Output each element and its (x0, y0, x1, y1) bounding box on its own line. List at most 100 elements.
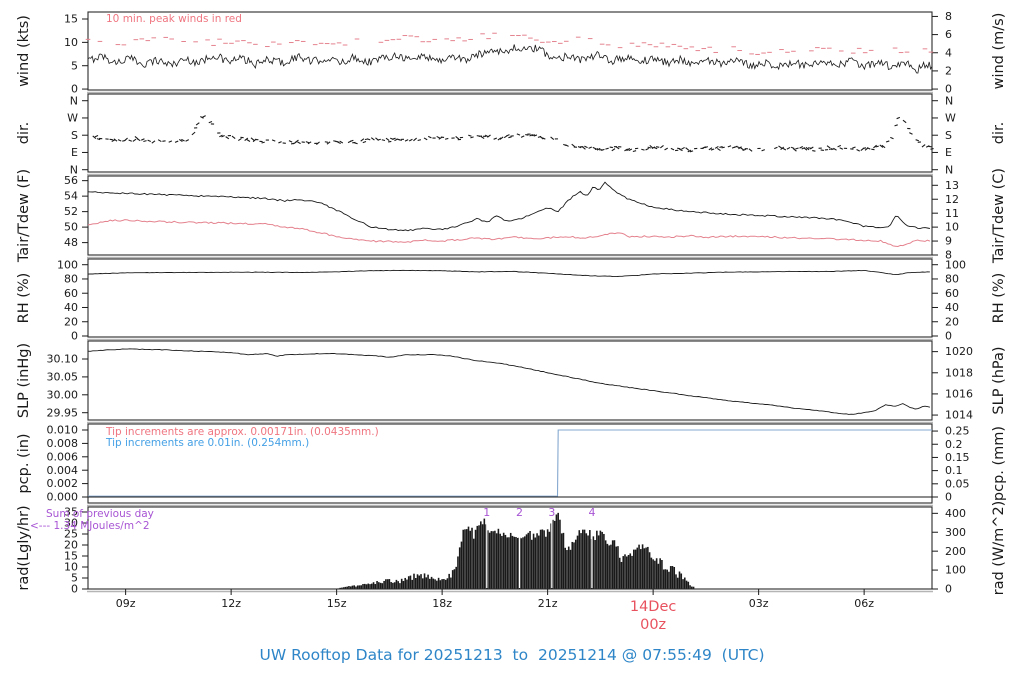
wind-left-tick-label: 15 (64, 13, 78, 26)
wind-direction-mark (337, 141, 341, 145)
wind-direction-mark (761, 149, 765, 152)
wind-direction-mark (225, 136, 230, 140)
wind-direction-mark (141, 138, 145, 141)
x-axis-tick-label: 09z (116, 597, 136, 610)
rad-right-axis-title: rad (W/m^2) (991, 501, 1007, 596)
wind-direction-mark (565, 144, 569, 147)
wind-direction-mark (305, 141, 310, 144)
rad-left-tick-label: 0 (71, 583, 78, 596)
wind-direction-mark (436, 135, 441, 139)
pcp-left-tick-label: 0.004 (47, 464, 79, 477)
wind-direction-mark (408, 138, 413, 142)
wind-direction-mark (423, 137, 428, 141)
pcp-left-tick-label: 0.000 (47, 491, 79, 504)
wind-right-tick-label: 4 (945, 46, 952, 59)
wind-left-axis-title: wind (kts) (16, 15, 32, 87)
rh-left-axis-title: RH (%) (16, 273, 32, 324)
panel-temp-box (87, 175, 933, 256)
wind-direction-mark (516, 133, 521, 136)
pcp-right-tick-label: 0.2 (945, 438, 963, 451)
wind-direction-mark (238, 137, 242, 142)
dir-right-tick-label: N (945, 94, 953, 107)
dew-point-trace (87, 219, 931, 248)
wind-direction-mark (909, 132, 913, 135)
wind-direction-mark (195, 122, 200, 126)
wind-direction-mark (653, 146, 658, 150)
wind-direction-mark (605, 147, 609, 150)
temp-right-tick-label: 11 (945, 207, 959, 220)
wind-direction-mark (191, 131, 196, 136)
wind-direction-mark (271, 139, 276, 142)
dir-right-tick-label: N (945, 163, 953, 176)
date-break-label-day: 14Dec (630, 599, 677, 615)
x-axis-tick-label: 12z (221, 597, 241, 610)
rad-right-tick-label: 400 (945, 507, 966, 520)
wind-direction-mark (493, 137, 498, 140)
wind-direction-mark (890, 136, 894, 140)
wind-direction-mark (455, 135, 460, 140)
panel-rad: 353025201510504003002001000rad(Lgly/hr) r… (16, 501, 1007, 596)
wind-direction-mark (799, 146, 804, 149)
rad-left-axis-title: rad(Lgly/hr) (16, 505, 32, 590)
wind-direction-mark (736, 145, 740, 149)
temp-left-tick-label: 52 (64, 205, 78, 218)
wind-direction-mark (550, 136, 555, 140)
wind-direction-mark (444, 137, 449, 140)
pcp-left-tick-label: 0.008 (47, 437, 79, 450)
rh-left-tick-label: 40 (64, 301, 78, 314)
pcp-annotation: Tip increments are 0.01in. (0.254mm.) (105, 437, 309, 449)
rh-right-tick-label: 40 (945, 301, 959, 314)
wind-direction-mark (839, 147, 844, 150)
temp-right-tick-label: 13 (945, 179, 959, 192)
wind-direction-mark (820, 149, 824, 152)
rh-right-tick-label: 100 (945, 258, 966, 271)
wind-direction-mark (297, 141, 301, 145)
wind-direction-mark (168, 140, 173, 143)
wind-right-tick-label: 2 (945, 65, 952, 78)
wind-annotation: 10 min. peak winds in red (106, 13, 242, 25)
wind-direction-mark (525, 134, 529, 136)
temp-left-tick-label: 56 (64, 174, 78, 187)
wind-direction-mark (748, 148, 753, 152)
wind-direction-mark (470, 136, 474, 139)
wind-direction-mark (468, 134, 472, 137)
rad-annotation: Sum of previous day (46, 508, 154, 520)
wind-direction-mark (611, 148, 616, 152)
wind-direction-mark (592, 146, 597, 150)
rh-left-tick-label: 60 (64, 287, 78, 300)
wind-direction-mark (288, 140, 293, 143)
wind-direction-mark (826, 145, 831, 149)
wind-direction-mark (902, 119, 907, 124)
date-break-label-hour: 00z (640, 617, 666, 633)
rh-left-tick-label: 20 (64, 315, 78, 328)
wind-speed-trace (87, 44, 933, 74)
wind-direction-mark (659, 144, 664, 149)
relative-humidity-trace (87, 269, 930, 278)
wind-direction-mark (128, 139, 132, 142)
wind-direction-mark (862, 147, 867, 149)
rh-left-tick-label: 100 (57, 258, 78, 271)
rh-right-tick-label: 60 (945, 287, 959, 300)
chart-footer-title: UW Rooftop Data for 20251213 to 20251214… (259, 646, 765, 664)
wind-direction-mark (681, 146, 685, 150)
slp-left-tick-label: 29.95 (47, 406, 79, 419)
x-axis-tick-label: 15z (327, 597, 347, 610)
wind-direction-mark (157, 139, 162, 143)
wind-direction-mark (645, 147, 649, 151)
pcp-right-axis-title: pcp. (mm) (991, 426, 1007, 501)
wind-left-tick-label: 10 (64, 36, 78, 49)
wind-direction-mark (790, 146, 795, 149)
rh-right-tick-label: 0 (945, 330, 952, 343)
wind-direction-mark (117, 139, 122, 142)
wind-direction-mark (413, 137, 418, 142)
wind-direction-mark (664, 147, 669, 151)
panel-wind: 15105086420wind (kts) wind (m/s)10 min. p… (16, 10, 1007, 96)
wind-direction-mark (856, 149, 861, 152)
tip-mark-label: 3 (548, 506, 555, 519)
slp-left-tick-label: 30.05 (47, 371, 79, 384)
temp-left-axis-title: Tair/Tdew (F) (16, 169, 32, 263)
slp-right-tick-label: 1018 (945, 366, 973, 379)
rh-left-tick-label: 0 (71, 330, 78, 343)
wind-right-axis-title: wind (m/s) (991, 13, 1007, 90)
x-axis-tick-label: 21z (538, 597, 558, 610)
